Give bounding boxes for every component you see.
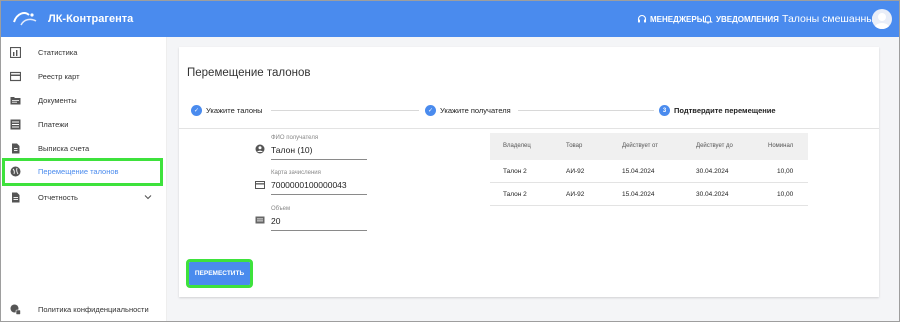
table-row: Талон 2 АИ-92 15.04.2024 30.04.2024 10,0… <box>490 160 808 183</box>
user-name[interactable]: Талоны смешанные <box>782 13 880 25</box>
volume-value: 20 <box>271 216 281 226</box>
chevron-down-icon[interactable] <box>144 193 152 201</box>
sidebar-item-reports[interactable]: Отчетность <box>1 187 167 207</box>
recipient-label: ФИО получателя <box>271 135 319 141</box>
sidebar-item-documents[interactable]: Документы <box>1 90 167 110</box>
bell-icon <box>703 15 713 24</box>
sidebar-item-privacy-policy[interactable]: Политика конфиденциальности <box>1 299 167 319</box>
step-number: 3 <box>659 105 670 116</box>
sidebar-item-card-registry[interactable]: Реестр карт <box>1 66 167 86</box>
step-select-recipient[interactable]: ✓ Укажите получателя <box>425 105 511 116</box>
user-avatar-icon <box>874 13 890 29</box>
step-confirm-transfer[interactable]: 3 Подтвердите перемещение <box>659 105 776 116</box>
credit-card-icon <box>255 181 265 189</box>
field-underline <box>271 194 367 195</box>
numeric-icon <box>255 216 265 224</box>
table-header: Владелец Товар Действует от Действует до… <box>490 133 808 160</box>
top-bar: ЛК-Контрагента МЕНЕДЖЕРЫ УВЕДОМЛЕНИЯ Тал… <box>1 1 899 37</box>
column-header-nominal: Номинал <box>768 143 794 149</box>
page-title: Перемещение талонов <box>187 67 311 79</box>
document-icon <box>12 192 20 202</box>
sidebar-item-label: Отчетность <box>38 192 78 202</box>
move-button[interactable]: ПЕРЕМЕСТИТЬ <box>186 259 253 288</box>
column-header-valid-from: Действует от <box>622 143 658 149</box>
sidebar-item-payments[interactable]: Платежи <box>1 114 167 134</box>
transfer-card: Перемещение талонов ✓ Укажите талоны ✓ У… <box>179 47 879 297</box>
step-label: Укажите получателя <box>440 106 511 115</box>
column-header-valid-to: Действует до <box>696 143 733 149</box>
field-underline <box>271 159 367 160</box>
valid-to-cell: 30.04.2024 <box>696 168 729 175</box>
main-content: Перемещение талонов ✓ Укажите талоны ✓ У… <box>167 37 899 321</box>
check-icon: ✓ <box>191 105 202 116</box>
sidebar-item-label: Политика конфиденциальности <box>38 304 149 314</box>
globe-icon <box>10 166 21 177</box>
owner-cell: Талон 2 <box>503 191 527 198</box>
privacy-icon <box>10 304 21 315</box>
product-cell: АИ-92 <box>566 168 585 175</box>
app-title: ЛК-Контрагента <box>48 13 134 25</box>
recipient-value: Талон (10) <box>271 145 313 155</box>
bar-chart-icon <box>10 46 21 58</box>
table-row: Талон 2 АИ-92 15.04.2024 30.04.2024 10,0… <box>490 183 808 206</box>
nominal-cell: 10,00 <box>777 168 794 175</box>
step-connector <box>271 110 419 111</box>
step-select-tickets[interactable]: ✓ Укажите талоны <box>191 105 263 116</box>
managers-label: МЕНЕДЖЕРЫ <box>650 14 705 24</box>
managers-button[interactable]: МЕНЕДЖЕРЫ <box>637 14 705 24</box>
card-label: Карта зачисления <box>271 170 321 176</box>
volume-label: Объем <box>271 206 291 212</box>
card-value: 7000000100000043 <box>271 180 347 190</box>
sidebar-item-label: Платежи <box>38 119 69 129</box>
sidebar-item-ticket-transfer[interactable]: Перемещение талонов <box>2 158 163 186</box>
sidebar-item-label: Документы <box>38 95 77 105</box>
sidebar-item-label: Перемещение талонов <box>38 167 119 176</box>
sidebar-item-label: Реестр карт <box>38 71 80 81</box>
nominal-cell: 10,00 <box>777 191 794 198</box>
credit-card-icon <box>10 71 21 81</box>
stepper: ✓ Укажите талоны ✓ Укажите получателя 3 … <box>179 95 879 129</box>
sidebar-item-label: Выписка счета <box>38 143 90 153</box>
logo-icon[interactable] <box>11 9 39 29</box>
sidebar: Статистика Реестр карт Документы Платежи <box>1 37 167 321</box>
column-header-owner: Владелец <box>503 143 531 149</box>
folder-icon <box>10 96 21 104</box>
owner-cell: Талон 2 <box>503 168 527 175</box>
notifications-button[interactable]: УВЕДОМЛЕНИЯ <box>703 14 779 24</box>
avatar[interactable] <box>872 9 892 29</box>
valid-to-cell: 30.04.2024 <box>696 191 729 198</box>
column-header-product: Товар <box>566 143 583 149</box>
headset-icon <box>637 14 647 23</box>
sidebar-item-statistics[interactable]: Статистика <box>1 42 167 62</box>
notifications-label: УВЕДОМЛЕНИЯ <box>716 14 779 24</box>
account-circle-icon <box>255 144 265 154</box>
sidebar-item-label: Статистика <box>38 47 78 57</box>
step-connector <box>518 110 654 111</box>
field-underline <box>271 230 367 231</box>
step-label: Укажите талоны <box>206 106 263 115</box>
sidebar-item-account-statement[interactable]: Выписка счета <box>1 138 167 158</box>
valid-from-cell: 15.04.2024 <box>622 168 655 175</box>
receipt-icon <box>12 143 20 153</box>
check-icon: ✓ <box>425 105 436 116</box>
product-cell: АИ-92 <box>566 191 585 198</box>
list-icon <box>10 119 21 129</box>
valid-from-cell: 15.04.2024 <box>622 191 655 198</box>
app-window: ЛК-Контрагента МЕНЕДЖЕРЫ УВЕДОМЛЕНИЯ Тал… <box>0 0 900 322</box>
step-label: Подтвердите перемещение <box>674 106 776 115</box>
